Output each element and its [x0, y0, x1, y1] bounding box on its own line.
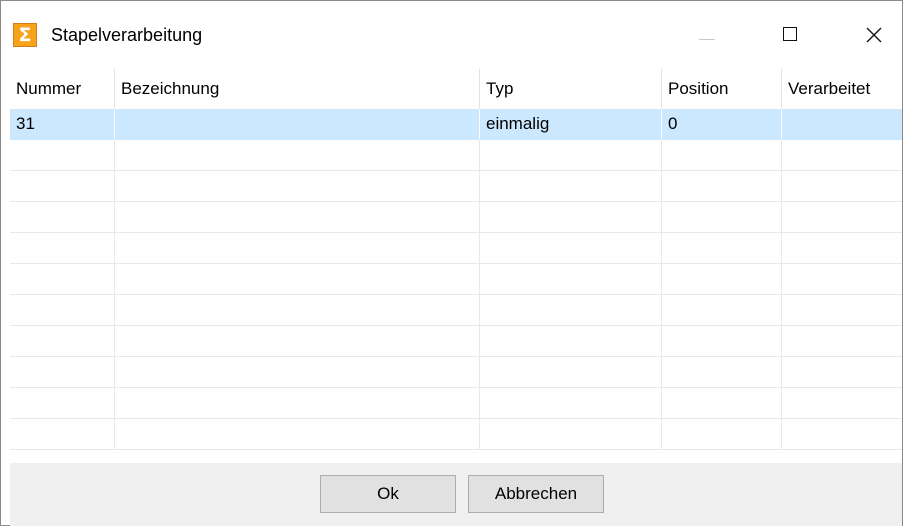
- cell-typ: [479, 419, 661, 449]
- cell-nummer: [10, 326, 114, 356]
- cell-typ: [479, 357, 661, 387]
- empty-table-row[interactable]: [10, 419, 902, 450]
- cell-verarbeitet: [781, 202, 902, 232]
- empty-table-row[interactable]: [10, 140, 902, 171]
- cell-typ: [479, 202, 661, 232]
- cell-bezeichnung: [114, 233, 479, 263]
- maximize-button[interactable]: [768, 15, 814, 55]
- title-bar[interactable]: Σ Stapelverarbeitung: [1, 1, 902, 69]
- cell-nummer: [10, 264, 114, 294]
- sigma-icon: Σ: [13, 23, 37, 47]
- column-header-position[interactable]: Position: [661, 69, 781, 109]
- cell-nummer: [10, 357, 114, 387]
- window-title: Stapelverarbeitung: [51, 25, 203, 45]
- cell-typ: [479, 264, 661, 294]
- column-header-bezeichnung[interactable]: Bezeichnung: [114, 69, 479, 109]
- cell-bezeichnung: [114, 171, 479, 201]
- cell-bezeichnung: [114, 109, 479, 139]
- cell-verarbeitet: [781, 295, 902, 325]
- empty-table-row[interactable]: [10, 357, 902, 388]
- cell-verarbeitet: [781, 326, 902, 356]
- cell-position: [661, 357, 781, 387]
- cell-nummer: [10, 202, 114, 232]
- empty-table-row[interactable]: [10, 202, 902, 233]
- cell-position: [661, 326, 781, 356]
- cell-nummer: [10, 171, 114, 201]
- cell-typ: einmalig: [479, 109, 661, 139]
- minimize-button[interactable]: [684, 15, 730, 55]
- batch-grid[interactable]: Nummer Bezeichnung Typ Position Verarbei…: [10, 69, 902, 463]
- cell-position: [661, 419, 781, 449]
- cell-verarbeitet: [781, 233, 902, 263]
- empty-table-row[interactable]: [10, 326, 902, 357]
- cell-nummer: [10, 233, 114, 263]
- cell-position: [661, 388, 781, 418]
- grid-header: Nummer Bezeichnung Typ Position Verarbei…: [10, 69, 902, 109]
- cell-bezeichnung: [114, 357, 479, 387]
- cell-position: [661, 233, 781, 263]
- cell-verarbeitet: [781, 357, 902, 387]
- empty-table-row[interactable]: [10, 388, 902, 419]
- button-bar: Ok Abbrechen: [10, 463, 902, 526]
- column-header-verarbeitet[interactable]: Verarbeitet: [781, 69, 902, 109]
- cell-bezeichnung: [114, 202, 479, 232]
- cell-verarbeitet: [781, 419, 902, 449]
- cell-bezeichnung: [114, 295, 479, 325]
- cell-position: [661, 295, 781, 325]
- empty-table-row[interactable]: [10, 171, 902, 202]
- cell-nummer: [10, 388, 114, 418]
- cell-typ: [479, 140, 661, 170]
- cell-position: [661, 140, 781, 170]
- cell-nummer: 31: [16, 114, 35, 133]
- cell-bezeichnung: [114, 140, 479, 170]
- cell-typ: [479, 295, 661, 325]
- batch-processing-window: Σ Stapelverarbeitung Nummer Bezeichnung …: [0, 0, 903, 526]
- cell-typ: [479, 233, 661, 263]
- cell-verarbeitet: [781, 388, 902, 418]
- cell-bezeichnung: [114, 388, 479, 418]
- cell-typ: [479, 171, 661, 201]
- cell-bezeichnung: [114, 326, 479, 356]
- empty-table-row[interactable]: [10, 295, 902, 326]
- cell-bezeichnung: [114, 419, 479, 449]
- cell-verarbeitet: [781, 109, 902, 139]
- cell-typ: [479, 388, 661, 418]
- cell-typ: [479, 326, 661, 356]
- cell-verarbeitet: [781, 171, 902, 201]
- ok-button[interactable]: Ok: [320, 475, 456, 513]
- empty-table-row[interactable]: [10, 264, 902, 295]
- close-button[interactable]: [851, 15, 897, 55]
- column-header-typ[interactable]: Typ: [479, 69, 661, 109]
- cell-position: 0: [661, 109, 781, 139]
- cell-position: [661, 264, 781, 294]
- column-header-nummer[interactable]: Nummer: [10, 69, 114, 109]
- cell-bezeichnung: [114, 264, 479, 294]
- close-icon: [866, 27, 882, 43]
- cancel-button[interactable]: Abbrechen: [468, 475, 604, 513]
- cell-nummer: [10, 419, 114, 449]
- empty-table-row[interactable]: [10, 233, 902, 264]
- cell-position: [661, 171, 781, 201]
- cell-nummer: [10, 295, 114, 325]
- cell-nummer: [10, 140, 114, 170]
- table-row[interactable]: 31 einmalig 0: [10, 109, 902, 140]
- cell-position: [661, 202, 781, 232]
- cell-verarbeitet: [781, 140, 902, 170]
- cell-verarbeitet: [781, 264, 902, 294]
